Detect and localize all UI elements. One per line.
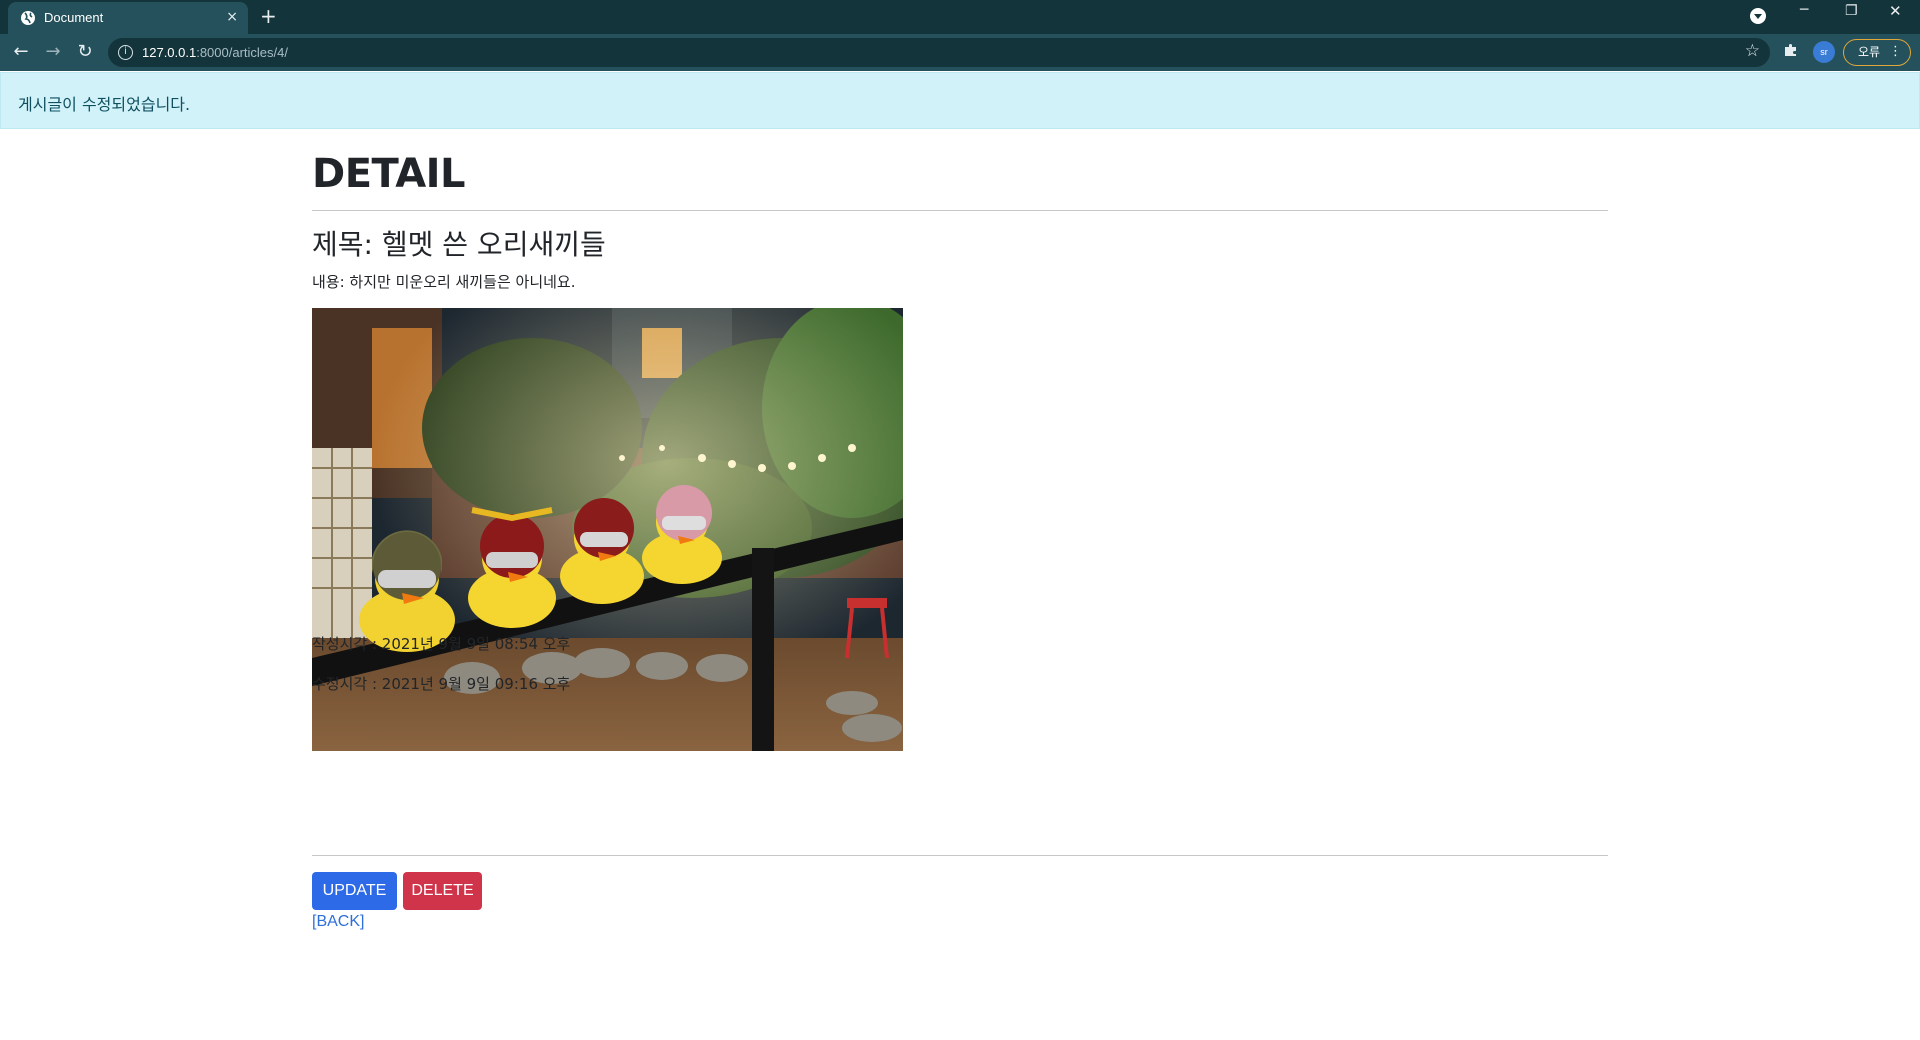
restore-button[interactable]: ❐ (1845, 3, 1858, 19)
address-bar[interactable]: i 127.0.0.1:8000/articles/4/ ☆ (108, 38, 1770, 67)
url-text[interactable]: 127.0.0.1:8000/articles/4/ (142, 45, 288, 60)
puzzle-icon[interactable] (1783, 42, 1799, 58)
updated-at: 수정시각 : 2021년 9월 9일 09:16 오후 (312, 675, 571, 693)
close-tab-icon[interactable]: × (226, 9, 238, 25)
info-icon[interactable]: i (118, 45, 133, 60)
close-window-button[interactable]: ✕ (1889, 2, 1902, 20)
back-arrow-icon[interactable]: ← (9, 40, 33, 64)
star-icon[interactable]: ☆ (1745, 41, 1760, 61)
browser-toolbar: ← → ↻ i 127.0.0.1:8000/articles/4/ ☆ sr … (0, 34, 1920, 71)
chrome-profile-menu-icon[interactable] (1750, 8, 1766, 24)
created-at: 작성시각 : 2021년 9월 9일 08:54 오후 (312, 635, 571, 653)
forward-arrow-icon[interactable]: → (41, 40, 65, 64)
alert-message: 게시글이 수정되었습니다. (18, 95, 191, 114)
divider-top (312, 210, 1608, 211)
globe-icon (21, 11, 35, 25)
new-tab-button[interactable]: + (260, 4, 277, 28)
delete-button[interactable]: DELETE (403, 872, 482, 910)
url-path: :8000/articles/4/ (196, 45, 288, 60)
url-host: 127.0.0.1 (142, 45, 197, 60)
browser-tab[interactable]: Document × (8, 2, 248, 34)
article-content: 내용: 하지만 미운오리 새끼들은 아니네요. (312, 273, 576, 291)
error-button[interactable]: 오류 ⋮ (1843, 39, 1911, 66)
minimize-button[interactable]: ─ (1800, 2, 1808, 18)
avatar[interactable]: sr (1813, 41, 1835, 63)
update-button[interactable]: UPDATE (312, 872, 397, 910)
browser-tab-strip: Document × + ─ ❐ ✕ (0, 0, 1920, 34)
error-label: 오류 (1858, 45, 1881, 59)
back-link[interactable]: [BACK] (312, 913, 364, 931)
more-icon[interactable]: ⋮ (1889, 40, 1902, 64)
success-alert: 게시글이 수정되었습니다. (0, 72, 1920, 129)
article-title: 제목: 헬멧 쓴 오리새끼들 (312, 228, 606, 261)
page-title: DETAIL (312, 151, 466, 197)
tab-title: Document (44, 10, 104, 25)
divider-bottom (312, 855, 1608, 856)
reload-icon[interactable]: ↻ (73, 40, 97, 64)
